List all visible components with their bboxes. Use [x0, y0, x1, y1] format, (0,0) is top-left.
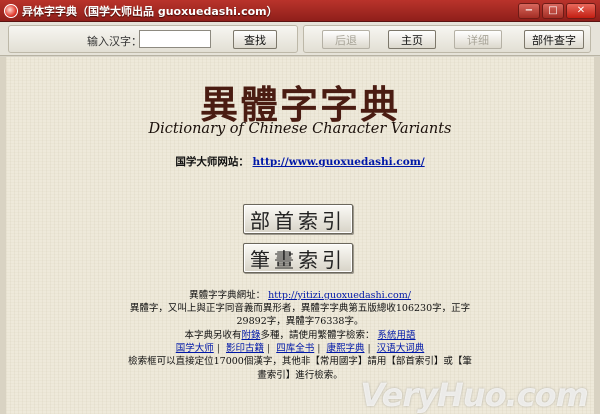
related-links: 国学大师 | 影印古籍 | 四库全书 | 康熙字典 | 汉语大词典 [175, 343, 425, 354]
site-link[interactable]: http://www.guoxuedashi.com/ [252, 156, 424, 168]
minimize-button[interactable]: − [518, 3, 540, 19]
main-content: 異體字字典 Dictionary of Chinese Character Va… [0, 57, 600, 414]
component-search-button[interactable]: 部件查字 [524, 30, 584, 49]
window-title: 异体字字典（国学大师出品 guoxuedashi.com） [22, 4, 278, 18]
home-button[interactable]: 主页 [388, 30, 436, 49]
title-bar: 异体字字典（国学大师出品 guoxuedashi.com） − □ ✕ [0, 0, 600, 22]
description-line-2: 29892字，異體字76338字。 [236, 316, 364, 327]
search-input[interactable] [139, 30, 211, 48]
detail-button[interactable]: 详细 [454, 30, 502, 49]
search-help-line-1: 檢索框可以直接定位17000個漢字，其他非【常用國字】請用【部首索引】或【筆 [128, 356, 472, 367]
watermark-logo: VeryHuo.com [360, 376, 589, 414]
site-label: 国学大师网站： [175, 156, 249, 168]
stroke-index-button[interactable]: 筆畫索引 [243, 243, 353, 273]
description-line-1: 異體字，又叫上與正字同音義而異形者，異體字字典第五版總收106230字，正字 [129, 303, 471, 314]
site-line: 国学大师网站： http://www.guoxuedashi.com/ [6, 154, 594, 169]
logo-title-english: Dictionary of Chinese Character Variants [148, 121, 452, 137]
window-controls: − □ ✕ [518, 3, 596, 19]
toolbar: 输入汉字： 查找 后退 主页 详细 部件查字 [0, 22, 600, 56]
search-label: 输入汉字： [87, 35, 142, 48]
nav-group: 后退 主页 详细 部件查字 [303, 25, 591, 53]
search-group: 输入汉字： 查找 [8, 25, 298, 53]
url-line: 異體字字典網址： http://yitizi.guoxuedashi.com/ [36, 287, 564, 301]
maximize-button[interactable]: □ [542, 3, 564, 19]
search-button[interactable]: 查找 [233, 30, 277, 49]
close-button[interactable]: ✕ [566, 3, 596, 19]
app-icon [4, 3, 18, 18]
appendix-line: 本字典另收有附錄多種，請使用繁體字檢索： 系統用語 [36, 327, 564, 341]
back-button[interactable]: 后退 [322, 30, 370, 49]
radical-index-button[interactable]: 部首索引 [243, 204, 353, 234]
